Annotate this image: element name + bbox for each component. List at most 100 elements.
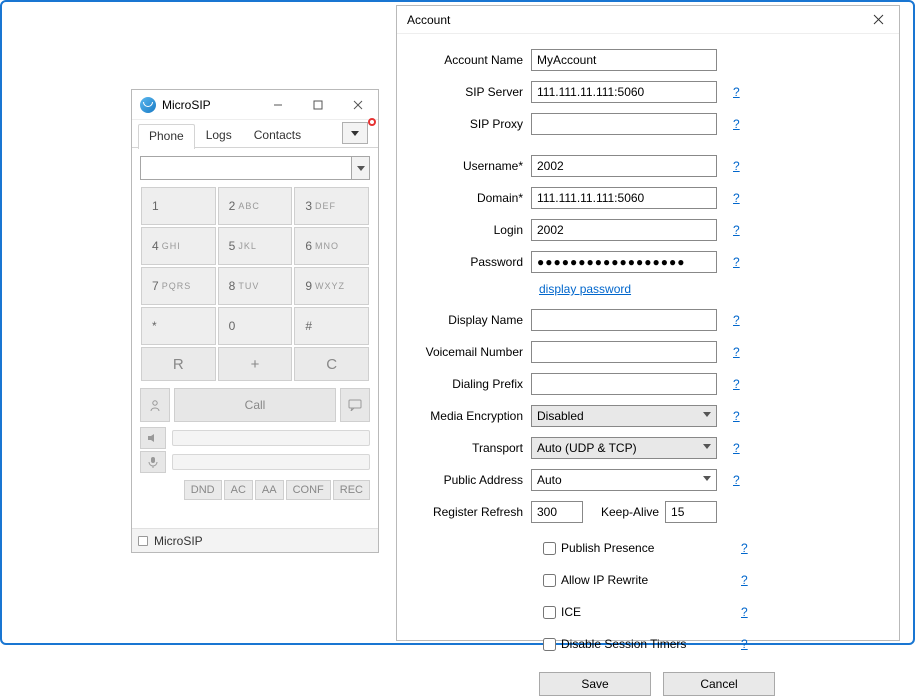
help-session-timers[interactable]: ? [741,637,748,651]
help-ice[interactable]: ? [741,605,748,619]
status-text: MicroSIP [154,534,203,548]
maximize-button[interactable] [298,91,338,119]
key-7[interactable]: 7PQRS [141,267,216,305]
label-voicemail: Voicemail Number [415,345,531,359]
label-transport: Transport [415,441,531,455]
clear-button[interactable]: C [294,347,369,381]
ac-button[interactable]: AC [224,480,253,500]
help-login[interactable]: ? [733,223,740,237]
status-bar: MicroSIP [132,528,378,552]
password-input[interactable] [531,251,717,273]
account-menu-highlight [368,118,376,126]
label-domain: Domain* [415,191,531,205]
label-keep-alive: Keep-Alive [601,505,659,519]
username-input[interactable] [531,155,717,177]
label-sip-server: SIP Server [415,85,531,99]
label-account-name: Account Name [415,53,531,67]
help-domain[interactable]: ? [733,191,740,205]
account-name-input[interactable] [531,49,717,71]
label-public-address: Public Address [415,473,531,487]
media-encryption-select[interactable]: Disabled [531,405,717,427]
save-button[interactable]: Save [539,672,651,696]
key-6[interactable]: 6MNO [294,227,369,265]
speaker-button[interactable] [140,427,166,449]
rec-button[interactable]: REC [333,480,370,500]
tab-contacts[interactable]: Contacts [243,123,312,148]
tab-strip: Phone Logs Contacts [132,120,378,148]
label-dialing-prefix: Dialing Prefix [415,377,531,391]
app-icon [140,97,156,113]
key-1[interactable]: 1 [141,187,216,225]
account-dialog: Account Account Name SIP Server ? SIP Pr… [396,5,900,641]
dial-field [140,156,370,180]
help-sip-proxy[interactable]: ? [733,117,740,131]
plus-button[interactable]: + [218,347,293,381]
cancel-button[interactable]: Cancel [663,672,775,696]
sip-server-input[interactable] [531,81,717,103]
key-3[interactable]: 3DEF [294,187,369,225]
aa-button[interactable]: AA [255,480,284,500]
keypad: 1 2ABC 3DEF 4GHI 5JKL 6MNO 7PQRS 8TUV 9W… [140,186,370,382]
label-password: Password [415,255,531,269]
help-sip-server[interactable]: ? [733,85,740,99]
label-username: Username* [415,159,531,173]
status-indicator-icon [138,536,148,546]
public-address-select[interactable]: Auto [531,469,717,491]
key-5[interactable]: 5JKL [218,227,293,265]
account-close-button[interactable] [857,7,899,33]
account-titlebar: Account [397,6,899,34]
label-login: Login [415,223,531,237]
help-transport[interactable]: ? [733,441,740,455]
key-hash[interactable]: # [294,307,369,345]
allow-ip-rewrite-checkbox[interactable]: Allow IP Rewrite [539,571,725,590]
chevron-down-icon [703,476,711,481]
account-title: Account [407,13,857,27]
sip-proxy-input[interactable] [531,113,717,135]
key-2[interactable]: 2ABC [218,187,293,225]
key-0[interactable]: 0 [218,307,293,345]
login-input[interactable] [531,219,717,241]
dialing-prefix-input[interactable] [531,373,717,395]
help-display-name[interactable]: ? [733,313,740,327]
key-9[interactable]: 9WXYZ [294,267,369,305]
help-password[interactable]: ? [733,255,740,269]
publish-presence-checkbox[interactable]: Publish Presence [539,539,725,558]
call-button[interactable]: Call [174,388,336,422]
conf-button[interactable]: CONF [286,480,331,500]
tab-logs[interactable]: Logs [195,123,243,148]
account-menu-button[interactable] [342,122,368,144]
disable-session-timers-checkbox[interactable]: Disable Session Timers [539,635,725,654]
ice-checkbox[interactable]: ICE [539,603,725,622]
message-button[interactable] [340,388,370,422]
help-ip-rewrite[interactable]: ? [741,573,748,587]
redial-button[interactable]: R [141,347,216,381]
help-voicemail[interactable]: ? [733,345,740,359]
register-refresh-input[interactable] [531,501,583,523]
transport-select[interactable]: Auto (UDP & TCP) [531,437,717,459]
dial-input[interactable] [140,156,352,180]
display-password-link[interactable]: display password [539,282,631,296]
display-name-input[interactable] [531,309,717,331]
label-media-encryption: Media Encryption [415,409,531,423]
minimize-button[interactable] [258,91,298,119]
help-public-address[interactable]: ? [733,473,740,487]
tab-phone[interactable]: Phone [138,124,195,149]
dial-history-dropdown[interactable] [352,156,370,180]
help-publish-presence[interactable]: ? [741,541,748,555]
help-media-encryption[interactable]: ? [733,409,740,423]
key-8[interactable]: 8TUV [218,267,293,305]
key-star[interactable]: * [141,307,216,345]
help-username[interactable]: ? [733,159,740,173]
voicemail-input[interactable] [531,341,717,363]
dnd-button[interactable]: DND [184,480,222,500]
mic-button[interactable] [140,451,166,473]
key-4[interactable]: 4GHI [141,227,216,265]
speaker-volume-slider[interactable] [172,430,370,446]
video-call-button[interactable] [140,388,170,422]
help-dialing-prefix[interactable]: ? [733,377,740,391]
domain-input[interactable] [531,187,717,209]
keep-alive-input[interactable] [665,501,717,523]
mic-volume-slider[interactable] [172,454,370,470]
close-button[interactable] [338,91,378,119]
microsip-main-window: MicroSIP Phone Logs Contacts [131,89,379,553]
